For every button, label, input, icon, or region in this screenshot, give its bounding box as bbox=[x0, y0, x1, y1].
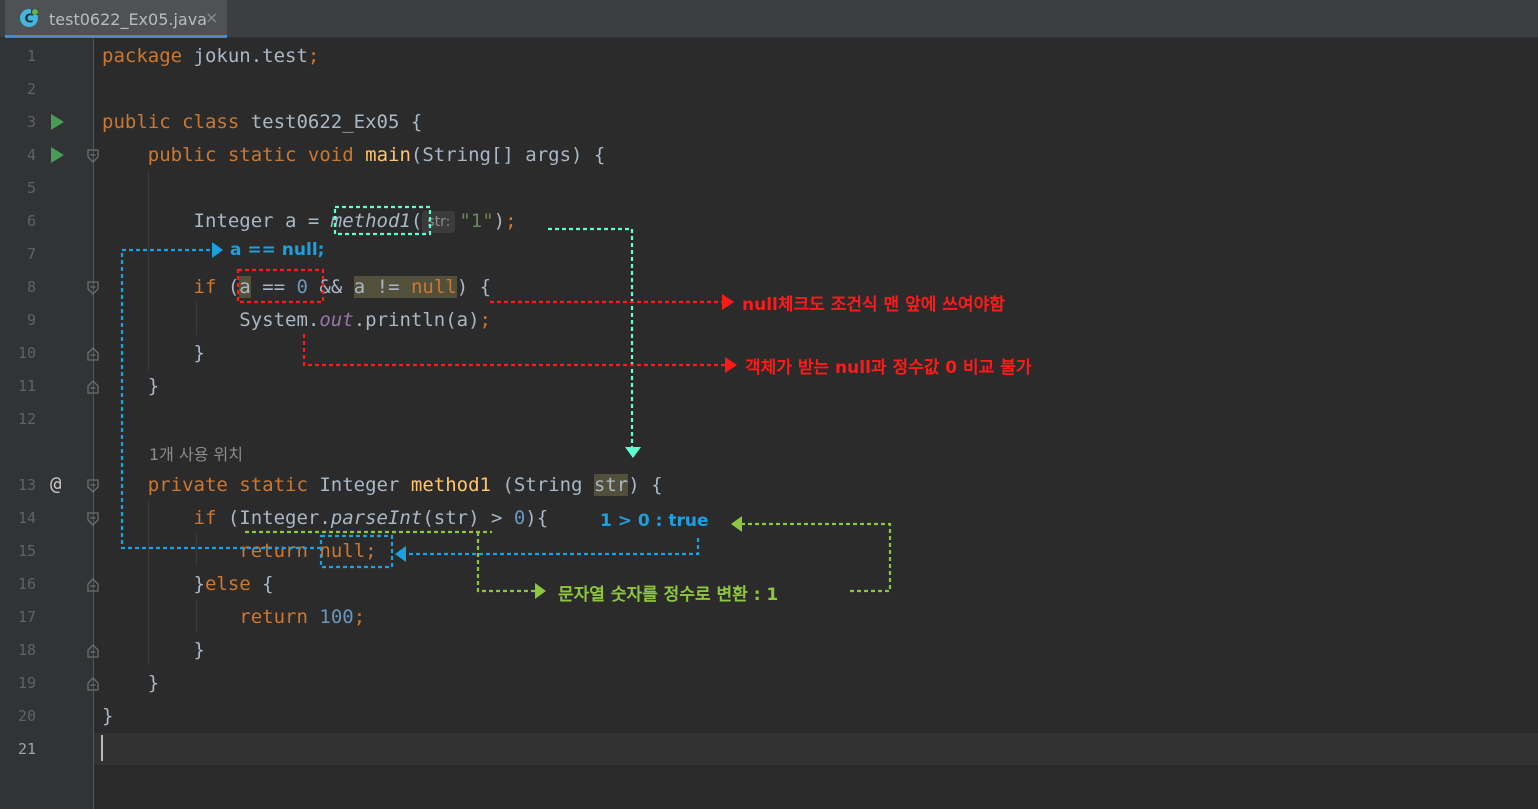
current-line-highlight bbox=[94, 733, 1538, 765]
parameter-hint: str: bbox=[422, 211, 456, 233]
arrowhead bbox=[535, 583, 546, 599]
line-number: 15 bbox=[17, 542, 36, 560]
parse-flow-line bbox=[476, 532, 535, 593]
line-number: 5 bbox=[26, 179, 36, 197]
line-number: 2 bbox=[26, 80, 36, 98]
usage-marker-icon[interactable]: @ bbox=[50, 474, 61, 494]
line-number: 19 bbox=[17, 674, 36, 692]
run-main-icon[interactable] bbox=[51, 147, 64, 163]
fold-open-icon[interactable] bbox=[86, 479, 100, 493]
annotation-compare: 객체가 받는 null과 정수값 0 비교 불가 bbox=[745, 358, 1032, 378]
arrowhead bbox=[625, 447, 641, 458]
line-number: 13 bbox=[17, 476, 36, 494]
line-number: 20 bbox=[17, 707, 36, 725]
run-class-icon[interactable] bbox=[51, 114, 64, 130]
line-number: 16 bbox=[17, 575, 36, 593]
fold-close-icon[interactable] bbox=[86, 578, 100, 592]
code-line-20[interactable]: } bbox=[102, 704, 113, 728]
line-number: 11 bbox=[17, 377, 36, 395]
tab-title: test0622_Ex05.java bbox=[49, 10, 207, 29]
line-number: 12 bbox=[17, 410, 36, 428]
code-line-18[interactable]: } bbox=[102, 638, 205, 662]
arrowhead bbox=[395, 546, 406, 562]
code-line-13[interactable]: private static Integer method1 (String s… bbox=[102, 473, 663, 497]
code-line-4[interactable]: public static void main(String[] args) { bbox=[102, 143, 606, 167]
line-number: 17 bbox=[17, 608, 36, 626]
code-line-14[interactable]: if (Integer.parseInt(str) > 0){ bbox=[102, 506, 549, 530]
text-caret bbox=[101, 735, 103, 761]
line-number: 10 bbox=[17, 344, 36, 362]
arrowhead bbox=[212, 242, 223, 258]
fold-close-icon[interactable] bbox=[86, 347, 100, 361]
java-class-icon: C bbox=[20, 9, 38, 27]
annotation-null-check: null체크도 조건식 맨 앞에 쓰여야함 bbox=[742, 295, 1005, 315]
fold-open-icon[interactable] bbox=[86, 149, 100, 163]
usages-code-lens[interactable]: 1개 사용 위치 bbox=[149, 441, 243, 465]
fold-open-icon[interactable] bbox=[86, 512, 100, 526]
indent-guide bbox=[148, 170, 149, 370]
line-number: 3 bbox=[26, 113, 36, 131]
annotation-a-null: a == null; bbox=[230, 240, 325, 260]
annotation-convert: 문자열 숫자를 정수로 변환 : 1 bbox=[558, 585, 779, 605]
code-line-10[interactable]: } bbox=[102, 341, 205, 365]
line-number: 4 bbox=[26, 146, 36, 164]
line-number: 6 bbox=[26, 212, 36, 230]
arrowhead bbox=[731, 516, 742, 532]
code-line-8[interactable]: if (a == 0 && a != null) { bbox=[102, 275, 491, 299]
arrowhead bbox=[722, 294, 734, 310]
line-number-current: 21 bbox=[17, 740, 36, 758]
line-number: 9 bbox=[26, 311, 36, 329]
code-line-6[interactable]: Integer a = method1(str: "1"); bbox=[102, 209, 517, 233]
line-number: 1 bbox=[26, 47, 36, 65]
code-line-1[interactable]: package jokun.test; bbox=[102, 44, 319, 68]
code-line-9[interactable]: System.out.println(a); bbox=[102, 308, 491, 332]
line-number: 18 bbox=[17, 641, 36, 659]
fold-close-icon[interactable] bbox=[86, 677, 100, 691]
line-number: 7 bbox=[26, 245, 36, 263]
true-flow-line bbox=[405, 538, 700, 556]
method-flow-line bbox=[548, 227, 634, 448]
compare-line bbox=[302, 334, 725, 367]
tab-close-icon[interactable]: × bbox=[205, 8, 218, 27]
annotation-true: 1 > 0 : true bbox=[600, 511, 709, 531]
editor-tab-bar: C test0622_Ex05.java × bbox=[0, 0, 1538, 38]
file-tab[interactable]: C test0622_Ex05.java × bbox=[5, 0, 227, 38]
line-number: 14 bbox=[17, 509, 36, 527]
code-line-15[interactable]: return null; bbox=[102, 539, 376, 563]
line-number: 8 bbox=[26, 278, 36, 296]
code-line-3[interactable]: public class test0622_Ex05 { bbox=[102, 110, 422, 134]
code-line-17[interactable]: return 100; bbox=[102, 605, 365, 629]
code-line-19[interactable]: } bbox=[102, 671, 159, 695]
code-line-11[interactable]: } bbox=[102, 374, 159, 398]
code-line-16[interactable]: }else { bbox=[102, 572, 274, 596]
fold-close-icon[interactable] bbox=[86, 380, 100, 394]
fold-open-icon[interactable] bbox=[86, 281, 100, 295]
fold-close-icon[interactable] bbox=[86, 644, 100, 658]
arrowhead bbox=[725, 357, 737, 373]
